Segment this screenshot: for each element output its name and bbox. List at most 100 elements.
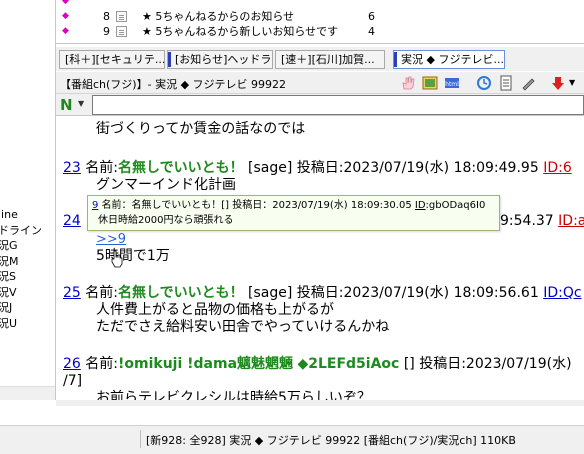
reply-anchor-link[interactable]: >>9: [96, 231, 126, 248]
post-date: 2023/07/19(水) 18:09:49.95: [343, 160, 539, 176]
poster-trip: ◆2LEFd5iAoc: [297, 356, 400, 372]
horizontal-scrollbar[interactable]: [0, 386, 55, 400]
arrow-down-icon[interactable]: [550, 75, 566, 91]
mail-field: []: [403, 356, 415, 372]
n-icon[interactable]: N: [60, 96, 76, 114]
post-id[interactable]: ID:6: [543, 160, 572, 176]
image-icon[interactable]: [422, 75, 438, 91]
svg-text:html: html: [445, 81, 459, 88]
chevron-down-icon[interactable]: ▼: [78, 99, 84, 108]
status-divider: [140, 430, 141, 448]
thread-tabbar: [科＋][セキュリテ... [お知らせ]ヘッドラ... [速＋][石川]加賀..…: [56, 47, 584, 71]
write-bar: N ▼: [56, 94, 584, 116]
poster-name: !omikuji !dama魑魅魍魎: [118, 356, 294, 372]
popup-id-value: :gbODaq6I0: [425, 200, 486, 211]
thread-count: 4: [368, 25, 375, 38]
name-label: 名前:: [85, 356, 118, 372]
tab-label: [科＋][セキュリテ...: [65, 53, 165, 66]
thread-row-partial[interactable]: ◆: [56, 0, 584, 9]
post-body: お前らテレビクレシルは時給5万らしいぞ？: [96, 390, 371, 400]
refresh-icon[interactable]: [476, 75, 492, 91]
poster-name: 名無しでいいとも！: [118, 285, 244, 301]
unread-diamond-icon: ◆: [62, 11, 69, 21]
post-body: 街づくりってか賃金の話なのでは: [96, 121, 306, 137]
post-number[interactable]: 24: [63, 213, 81, 229]
tab-news[interactable]: [お知らせ]ヘッドラ...: [167, 50, 273, 69]
post-number[interactable]: 23: [63, 160, 81, 176]
sidebar-item[interactable]: 況M: [0, 254, 54, 270]
status-text: [新928: 全928] 実況 ◆ フジテレビ 99922 [番組ch(フジ)/…: [146, 434, 516, 447]
popup-header: 9 名前：名無しでいいとも！[] 投稿日：2023/07/19(水) 18:09…: [92, 198, 495, 213]
date-label: 投稿日:: [296, 160, 344, 176]
horizontal-scrollbar[interactable]: [56, 400, 584, 406]
tab-jikkyo-fuji[interactable]: 実況 ◆ フジテレビ...: [393, 50, 505, 69]
post-body: 5時間で1万: [96, 248, 170, 264]
tab-sokuho[interactable]: [速＋][石川]加賀...: [275, 50, 385, 69]
memo-icon[interactable]: [498, 75, 514, 91]
thread-view[interactable]: 街づくりってか賃金の話なのでは 23 名前:名無しでいいとも！ [sage] 投…: [56, 117, 584, 400]
mouse-cursor-icon: [111, 250, 123, 268]
post-body: グンマーインド化計画: [96, 177, 236, 193]
name-label: 名前:: [85, 160, 118, 176]
post-number[interactable]: 25: [63, 285, 81, 301]
post-header: 24: [63, 213, 81, 230]
unread-diamond-icon: ◆: [62, 26, 69, 36]
thread-row[interactable]: ◆ 9 ★ 5ちゃんねるから新しいお知らせです 4: [56, 24, 584, 39]
thread-list: ◆ ◆ 8 ★ 5ちゃんねるからのお知らせ 6 ◆ 9 ★ 5ちゃんねるから新し…: [56, 0, 584, 44]
post-date: 9:54.37: [500, 213, 554, 229]
post-header: 23 名前:名無しでいいとも！ [sage] 投稿日:2023/07/19(水)…: [63, 160, 572, 177]
popup-body: 休日時給2000円なら頑張れる: [98, 215, 234, 226]
thread-title-bar: 【番組ch(フジ)】- 実況 ◆ フジテレビ 99922 html ▼: [56, 72, 584, 94]
popup-id-label[interactable]: ID: [415, 200, 426, 211]
tab-label: 実況 ◆ フジテレビ...: [401, 53, 504, 66]
status-bar: [新928: 全928] 実況 ◆ フジテレビ 99922 [番組ch(フジ)/…: [0, 425, 584, 454]
sidebar-item[interactable]: 況G: [0, 238, 54, 254]
post-header-cont: /7]: [63, 373, 83, 389]
post-id[interactable]: ID:a6: [558, 213, 584, 229]
date-label: 投稿日:: [419, 356, 466, 372]
tab-label: [お知らせ]ヘッドラ...: [175, 53, 273, 66]
html-icon[interactable]: html: [444, 75, 460, 91]
document-icon: [116, 26, 127, 37]
name-label: 名前:: [85, 285, 118, 301]
thread-row[interactable]: ◆ 8 ★ 5ちゃんねるからのお知らせ 6: [56, 9, 584, 24]
sidebar-item[interactable]: ドライン: [0, 223, 54, 239]
search-input[interactable]: [92, 95, 584, 115]
post-number[interactable]: 26: [63, 356, 81, 372]
reply-popup: 9 名前：名無しでいいとも！[] 投稿日：2023/07/19(水) 18:09…: [87, 195, 500, 231]
sidebar-item[interactable]: line: [0, 207, 54, 223]
tab-label: [速＋][石川]加賀...: [281, 53, 375, 66]
sidebar-item[interactable]: 況S: [0, 269, 54, 285]
thread-count: 6: [368, 10, 375, 23]
board-tree-pane[interactable]: line ドライン 況G 況M 況S 況V 況J 況U: [0, 0, 56, 400]
document-icon: [116, 11, 127, 22]
post-date: 2023/07/19(水): [465, 356, 572, 372]
date-label: 投稿日:: [296, 285, 344, 301]
mail-field: [sage]: [248, 285, 293, 301]
unread-diamond-icon: ◆: [62, 0, 69, 6]
thread-title: ★ 5ちゃんねるからのお知らせ: [142, 10, 295, 23]
tab-marker: [394, 52, 397, 67]
sidebar-item[interactable]: 況U: [0, 316, 54, 332]
post-id[interactable]: ID:Qc: [543, 285, 581, 301]
post-body: ただでさえ給料安い田舎でやっていけるんかね: [96, 319, 390, 335]
post-header: 26 名前:!omikuji !dama魑魅魍魎 ◆2LEFd5iAoc [] …: [63, 356, 572, 373]
sidebar-item[interactable]: 況V: [0, 285, 54, 301]
post-date: 2023/07/19(水) 18:09:56.61: [343, 285, 539, 301]
hand-icon[interactable]: [400, 75, 416, 91]
thread-title: ★ 5ちゃんねるから新しいお知らせです: [142, 25, 339, 38]
tab-marker: [168, 52, 171, 67]
popup-post-number[interactable]: 9: [92, 200, 98, 211]
mail-field: [sage]: [248, 160, 293, 176]
sidebar-item[interactable]: 況J: [0, 300, 54, 316]
thread-number: 8: [103, 10, 110, 23]
poster-name: 名無しでいいとも！: [118, 160, 244, 176]
popup-header-text: 名前：名無しでいいとも！[] 投稿日：2023/07/19(水) 18:09:3…: [101, 200, 412, 211]
chevron-down-icon[interactable]: ▼: [569, 78, 575, 87]
thread-number: 9: [103, 25, 110, 38]
post-body: 人件費上がると品物の価格も上がるが: [96, 302, 334, 318]
thread-title: 【番組ch(フジ)】- 実況 ◆ フジテレビ 99922: [60, 78, 287, 91]
post-header: 25 名前:名無しでいいとも！ [sage] 投稿日:2023/07/19(水)…: [63, 285, 582, 302]
tab-science[interactable]: [科＋][セキュリテ...: [59, 50, 165, 69]
tool-icon[interactable]: [520, 75, 536, 91]
